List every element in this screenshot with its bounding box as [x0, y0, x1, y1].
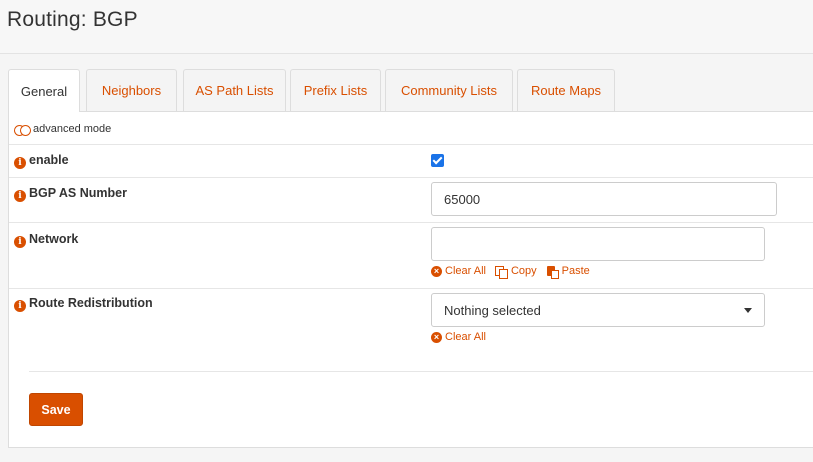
toggle-off-icon — [14, 124, 31, 136]
enable-label: enable — [29, 153, 69, 167]
advanced-mode-label: advanced mode — [33, 123, 112, 135]
caret-down-icon — [744, 308, 752, 313]
enable-label-group: i enable — [14, 153, 69, 169]
copy-button[interactable]: Copy — [494, 265, 537, 279]
page-title: Routing: BGP — [7, 8, 138, 31]
clear-all-label: Clear All — [445, 265, 486, 277]
as-number-row: i BGP AS Number — [9, 178, 813, 223]
divider — [29, 371, 813, 372]
paste-button[interactable]: Paste — [546, 265, 590, 279]
tab-bar: General Neighbors AS Path Lists Prefix L… — [8, 69, 813, 112]
tab-neighbors[interactable]: Neighbors — [86, 69, 177, 111]
route-redistribution-row: i Route Redistribution Nothing selected ×… — [9, 289, 813, 353]
route-redistribution-label: Route Redistribution — [29, 296, 153, 310]
network-label-group: i Network — [14, 232, 78, 248]
tab-route-maps[interactable]: Route Maps — [517, 69, 615, 111]
enable-checkbox[interactable] — [431, 154, 444, 167]
as-number-label: BGP AS Number — [29, 186, 127, 200]
copy-icon — [494, 265, 508, 279]
paste-label: Paste — [561, 265, 590, 277]
clear-all-label: Clear All — [445, 331, 486, 343]
paste-icon — [546, 265, 559, 279]
page-header: Routing: BGP — [0, 0, 813, 54]
save-button[interactable]: Save — [29, 393, 83, 426]
tab-prefix-lists[interactable]: Prefix Lists — [290, 69, 381, 111]
network-label: Network — [29, 232, 79, 246]
route-redistribution-label-group: i Route Redistribution — [14, 296, 153, 312]
clear-all-button[interactable]: × Clear All — [431, 331, 486, 343]
tab-community-lists[interactable]: Community Lists — [385, 69, 513, 111]
tab-as-path-lists[interactable]: AS Path Lists — [183, 69, 286, 111]
network-token-actions: × Clear All Copy Paste — [431, 265, 590, 279]
advanced-mode-toggle[interactable]: advanced mode — [14, 123, 112, 136]
route-redistribution-selected: Nothing selected — [444, 302, 541, 318]
as-number-input[interactable] — [431, 182, 777, 216]
info-icon[interactable]: i — [14, 300, 26, 312]
advanced-mode-row: advanced mode — [9, 112, 813, 145]
copy-label: Copy — [510, 265, 537, 277]
tab-general[interactable]: General — [8, 69, 80, 112]
clear-all-button[interactable]: × Clear All — [431, 265, 486, 277]
network-input[interactable] — [431, 227, 765, 261]
info-icon[interactable]: i — [14, 236, 26, 248]
info-icon[interactable]: i — [14, 190, 26, 202]
route-redistribution-token-actions: × Clear All — [431, 331, 486, 343]
clear-icon: × — [431, 331, 442, 343]
as-number-label-group: i BGP AS Number — [14, 186, 127, 202]
info-icon[interactable]: i — [14, 157, 26, 169]
clear-icon: × — [431, 265, 442, 277]
enable-row: i enable — [9, 145, 813, 178]
general-panel: advanced mode ienable iBGP AS Number iNe… — [8, 111, 813, 448]
network-row: i Network × Clear All Copy Paste — [9, 223, 813, 289]
route-redistribution-select[interactable]: Nothing selected — [431, 293, 765, 327]
